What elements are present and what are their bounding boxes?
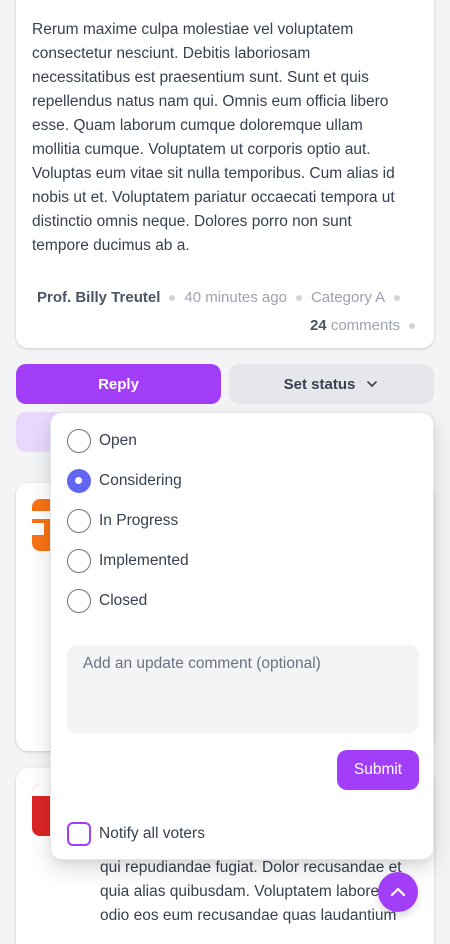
status-option-open[interactable]: Open xyxy=(67,429,137,453)
post-meta: Prof. Billy Treutel 40 minutes ago Categor… xyxy=(32,284,424,340)
radio-closed[interactable] xyxy=(67,589,91,613)
status-option-closed[interactable]: Closed xyxy=(67,589,147,613)
post-category[interactable]: Category A xyxy=(311,289,385,306)
set-status-button[interactable]: Set status xyxy=(229,364,434,404)
status-option-label: Open xyxy=(99,432,137,449)
status-option-label: Considering xyxy=(99,472,182,489)
status-dropdown: Open Considering In Progress Implemented… xyxy=(50,412,434,860)
author-name[interactable]: Prof. Billy Treutel xyxy=(37,289,160,306)
comment-count: 24 xyxy=(309,317,327,334)
status-option-label: In Progress xyxy=(99,512,179,529)
status-option-in-progress[interactable]: In Progress xyxy=(67,509,178,533)
separator-dot xyxy=(169,295,176,302)
radio-implemented[interactable] xyxy=(67,549,91,573)
notify-voters-option[interactable]: Notify all voters xyxy=(67,822,205,846)
scroll-to-top-button[interactable] xyxy=(378,872,418,912)
comment-body: qui repudiandae fugiat. Dolor recusandae… xyxy=(100,859,412,924)
submit-button[interactable]: Submit xyxy=(337,750,419,790)
status-option-label: Implemented xyxy=(99,552,189,569)
post-time: 40 minutes ago xyxy=(184,289,287,306)
chevron-down-icon xyxy=(367,381,378,387)
post-body: Rerum maxime culpa molestiae vel volupta… xyxy=(32,21,395,254)
separator-dot xyxy=(394,295,401,302)
notify-voters-checkbox[interactable] xyxy=(67,822,91,846)
radio-considering[interactable] xyxy=(67,469,91,493)
notify-voters-label: Notify all voters xyxy=(99,825,205,842)
status-option-implemented[interactable]: Implemented xyxy=(67,549,189,573)
chevron-up-icon xyxy=(390,887,406,897)
set-status-label: Set status xyxy=(283,375,356,393)
status-option-label: Closed xyxy=(99,592,148,609)
radio-in-progress[interactable] xyxy=(67,509,91,533)
post-card: Rerum maxime culpa molestiae vel volupta… xyxy=(16,0,434,348)
comments-label: comments xyxy=(330,317,400,334)
radio-open[interactable] xyxy=(67,429,91,453)
reply-button[interactable]: Reply xyxy=(16,364,221,404)
separator-dot xyxy=(409,323,415,330)
status-option-considering[interactable]: Considering xyxy=(67,469,182,493)
separator-dot xyxy=(295,295,302,302)
update-comment-input[interactable] xyxy=(67,645,419,733)
